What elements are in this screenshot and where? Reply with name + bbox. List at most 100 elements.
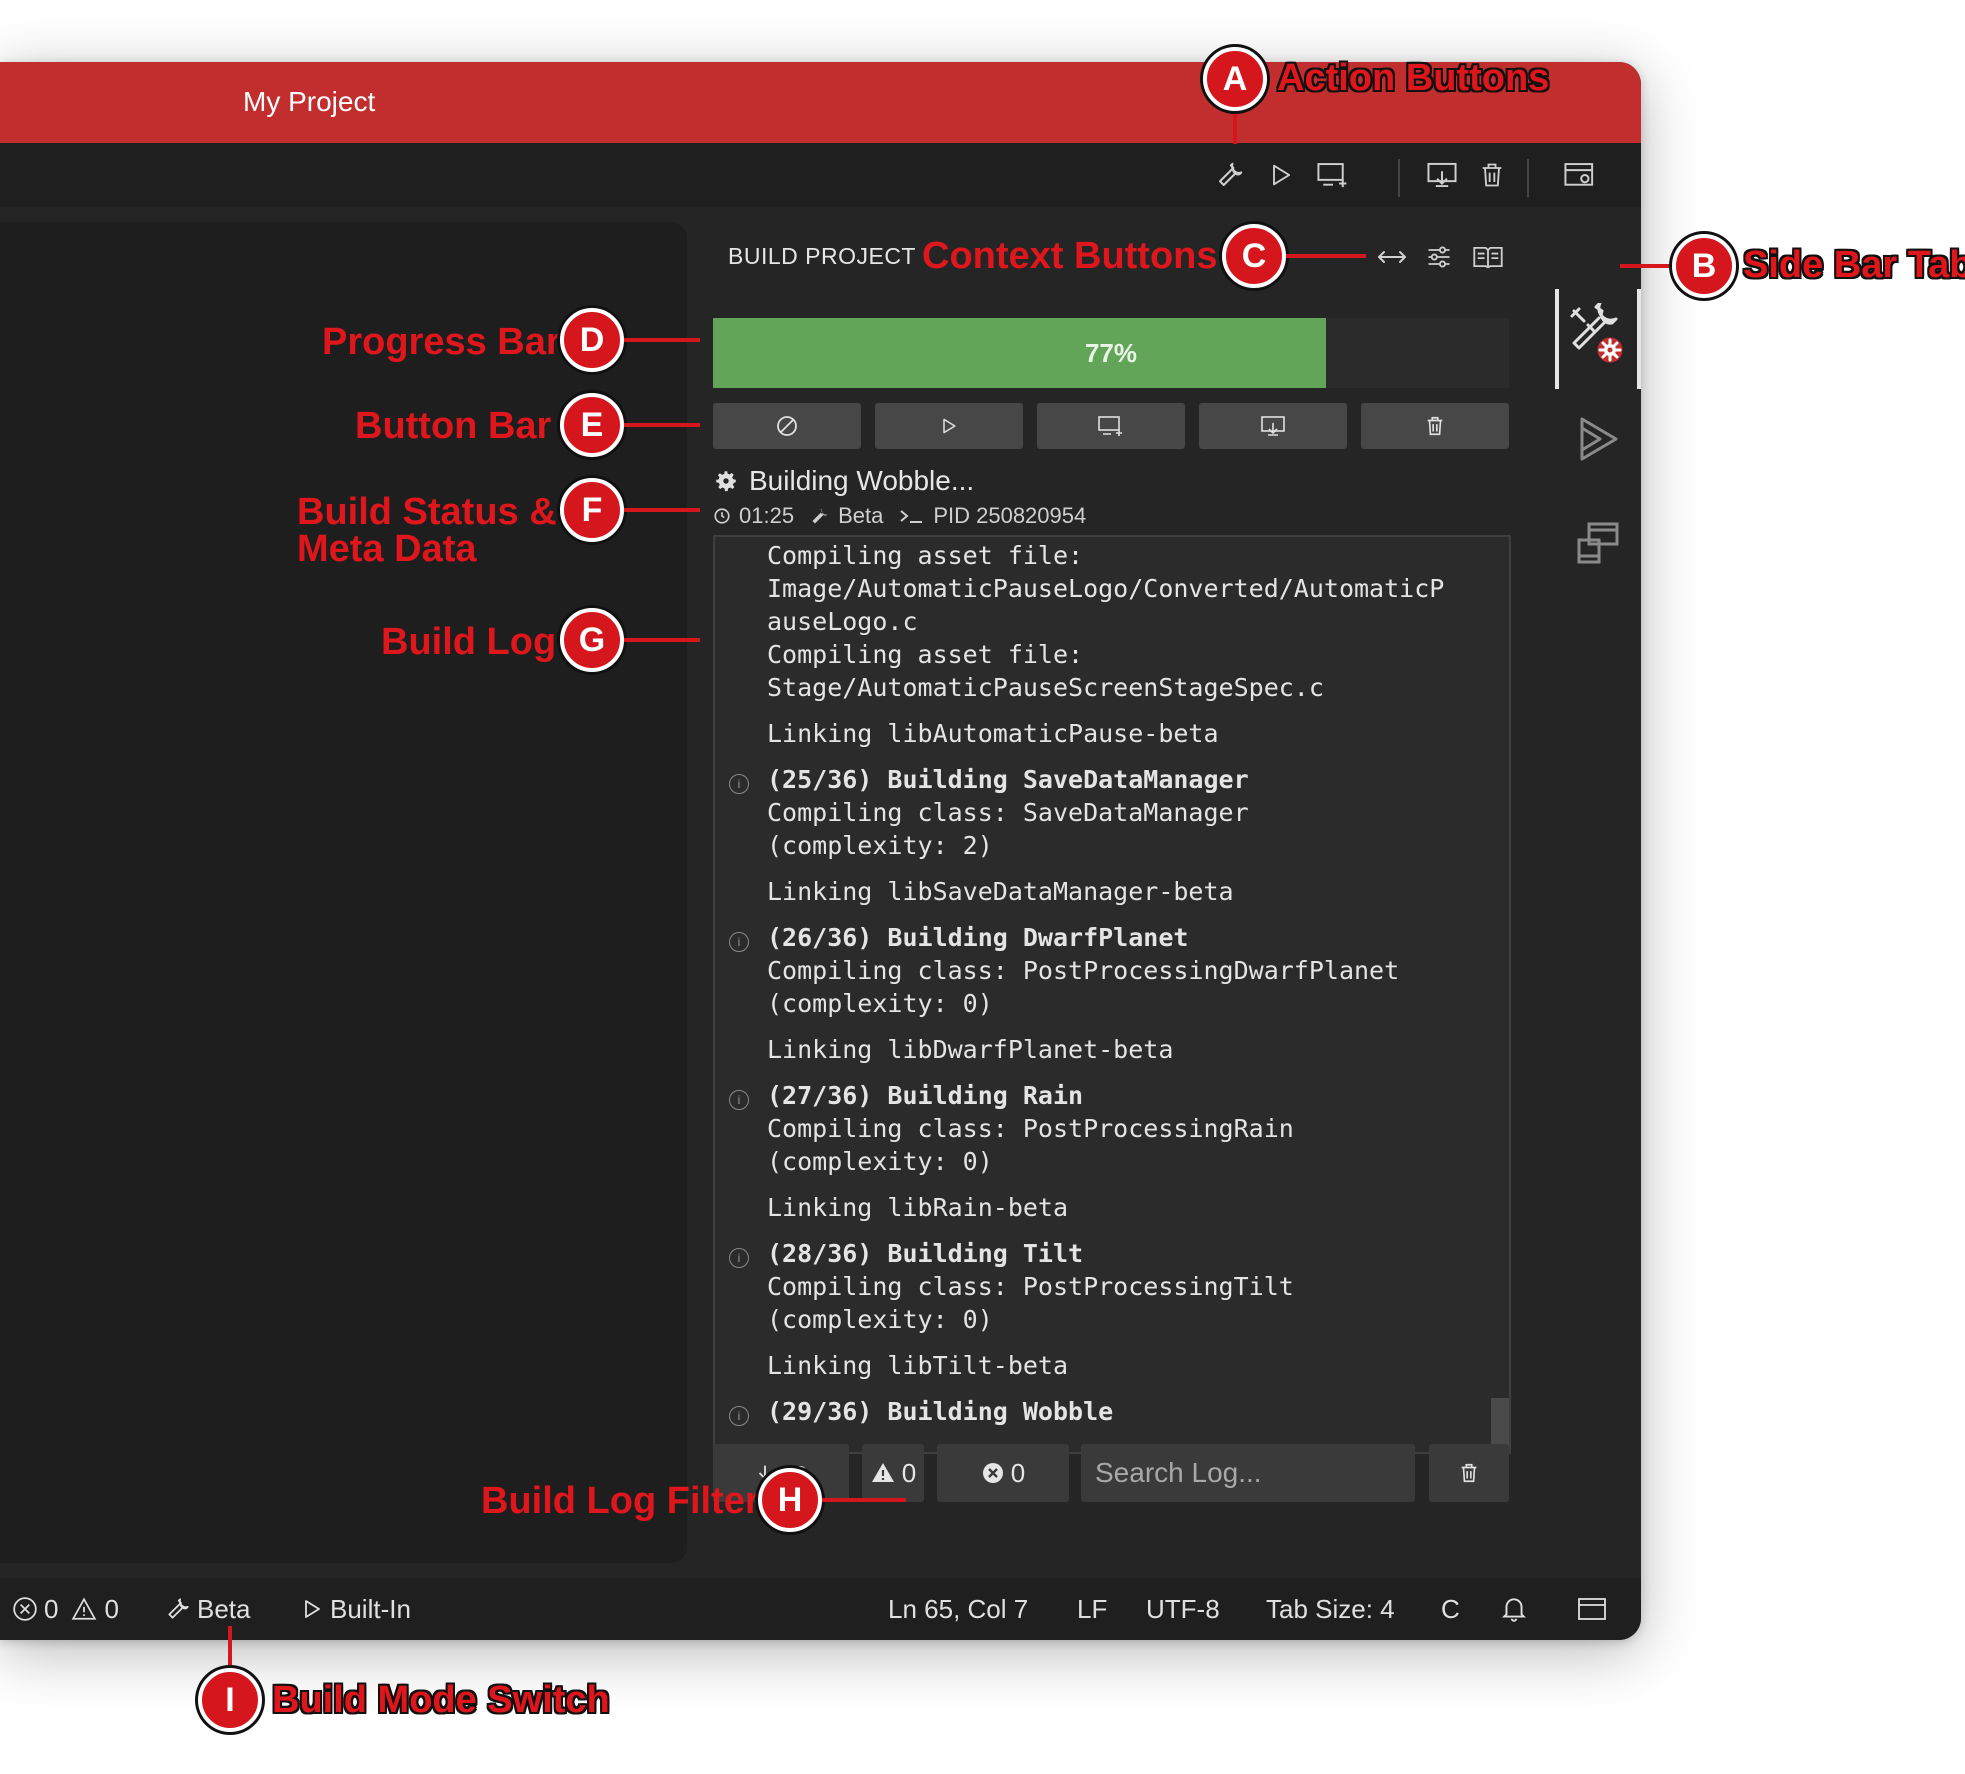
annotation-b-leader [1620,264,1672,268]
error-outline-icon [13,1597,37,1621]
annotation-h-marker: H [758,1468,822,1532]
cancel-icon [777,416,797,436]
progress-bar: 77% [713,318,1509,388]
annotation-f-leader [624,508,700,512]
run-action-button[interactable] [1257,143,1305,207]
expand-horizontal-icon [1378,251,1406,263]
build-tools-icon [1570,303,1626,366]
deploy-action-button[interactable] [1418,143,1466,207]
build-elapsed-time: 01:25 [739,503,795,528]
bell-icon [1501,1598,1527,1622]
settings-action-button[interactable] [1556,143,1604,207]
build-log[interactable]: Compiling asset file: Image/AutomaticPaus… [713,535,1511,1454]
cancel-build-button[interactable] [713,403,861,449]
action-bar [0,143,1641,207]
annotation-h-label: Build Log Filter [481,1480,760,1522]
tab-size[interactable]: Tab Size: 4 [1266,1578,1395,1640]
log-line: Compiling class: PostProcessingRain [767,1114,1294,1143]
deploy-icon [1261,416,1285,436]
build-options-button[interactable] [1419,237,1459,277]
errors-filter-button[interactable]: 0 [937,1444,1069,1502]
cursor-position[interactable]: Ln 65, Col 7 [888,1578,1028,1640]
clean-button[interactable] [1361,403,1509,449]
play-outline-icon [305,1600,320,1618]
annotation-g-marker: G [560,608,624,672]
log-line: (28/36) Building Tilt [767,1239,1084,1268]
log-line: Stage/AutomaticPauseScreenStageSpec.c [767,673,1324,702]
log-line: Compiling class: PostProcessingDwarfPlan… [767,956,1400,985]
clear-log-button[interactable] [1429,1444,1509,1502]
book-icon [1473,246,1503,269]
log-line: (complexity: 0) [767,1147,993,1176]
encoding[interactable]: UTF-8 [1146,1578,1220,1640]
error-icon [982,1463,1003,1483]
panel-title: BUILD PROJECT [728,243,916,269]
tab-size-label: Tab Size: 4 [1266,1593,1395,1624]
log-line: Compiling class: SaveDataManager [767,798,1249,827]
wrench-icon [168,1598,189,1619]
run-button[interactable] [875,403,1023,449]
annotation-a-marker: A [1203,47,1267,111]
annotation-i-label: Build Mode Switch [272,1679,610,1721]
log-line: Compiling class: PostProcessingTilt [767,1272,1294,1301]
encoding-label: UTF-8 [1146,1593,1220,1624]
run-tab[interactable] [1555,399,1641,479]
problems-indicator[interactable]: 0 0 [12,1578,119,1640]
build-status-text: Building Wobble... [749,465,975,496]
log-line: (complexity: 0) [767,989,993,1018]
activity-bar [1555,207,1641,1578]
annotation-d-leader [624,338,700,342]
add-target-icon [1317,163,1347,188]
trash-icon [1482,163,1502,187]
window-settings-icon [1564,163,1594,186]
add-target-icon [1098,416,1122,436]
annotation-e-marker: E [560,393,624,457]
annotation-d-label: Progress Bar [322,321,561,363]
gear-icon [716,471,736,492]
warnings-filter-button[interactable]: 0 [862,1444,924,1502]
info-icon: i [729,774,749,794]
layout-panel-icon [1578,1598,1606,1620]
line-ending[interactable]: LF [1077,1578,1107,1640]
log-line: (29/36) Building Wobble [767,1397,1114,1426]
run-icon [1580,417,1618,461]
build-mode-switch[interactable]: Beta [165,1578,251,1640]
clean-action-button[interactable] [1468,143,1516,207]
wrench-icon [812,508,828,524]
play-icon [943,418,956,434]
cursor-position-label: Ln 65, Col 7 [888,1593,1029,1624]
log-line: auseLogo.c [767,607,918,636]
annotation-f-label: Build Status & [297,491,557,533]
info-icon: i [729,1248,749,1268]
add-target-action-button[interactable] [1309,143,1357,207]
log-line: Image/AutomaticPauseLogo/Converted/Autom… [767,574,1445,603]
build-action-button[interactable] [1206,143,1254,207]
annotation-i-marker: I [198,1668,262,1732]
build-tab[interactable] [1555,297,1641,379]
emulator-switch[interactable]: Built-In [300,1578,411,1640]
expand-panel-button[interactable] [1372,237,1412,277]
annotation-f-marker: F [560,478,624,542]
play-icon [1273,164,1291,186]
annotation-a-label: Action Buttons [1277,57,1550,99]
warnings-count: 0 [901,1457,917,1488]
add-target-button[interactable] [1037,403,1185,449]
deploy-icon [1427,162,1457,188]
log-line: (27/36) Building Rain [767,1081,1084,1110]
annotation-f-label-line2: Meta Data [297,528,477,570]
info-icon: i [729,1090,749,1110]
errors-count: 0 [1010,1457,1026,1488]
log-line: Linking libDwarfPlanet-beta [767,1035,1174,1064]
search-log-input[interactable] [1081,1444,1415,1502]
devices-tab[interactable] [1555,503,1641,583]
status-errors-count: 0 [44,1593,59,1624]
documentation-button[interactable] [1468,237,1508,277]
notifications-button[interactable] [1501,1578,1527,1640]
emulator-label: Built-In [330,1593,411,1624]
trash-icon [1461,1463,1477,1483]
warning-icon [871,1463,894,1482]
panel-toggle-button[interactable] [1577,1578,1607,1640]
language-label: C [1441,1593,1460,1624]
deploy-button[interactable] [1199,403,1347,449]
language-mode[interactable]: C [1441,1578,1460,1640]
